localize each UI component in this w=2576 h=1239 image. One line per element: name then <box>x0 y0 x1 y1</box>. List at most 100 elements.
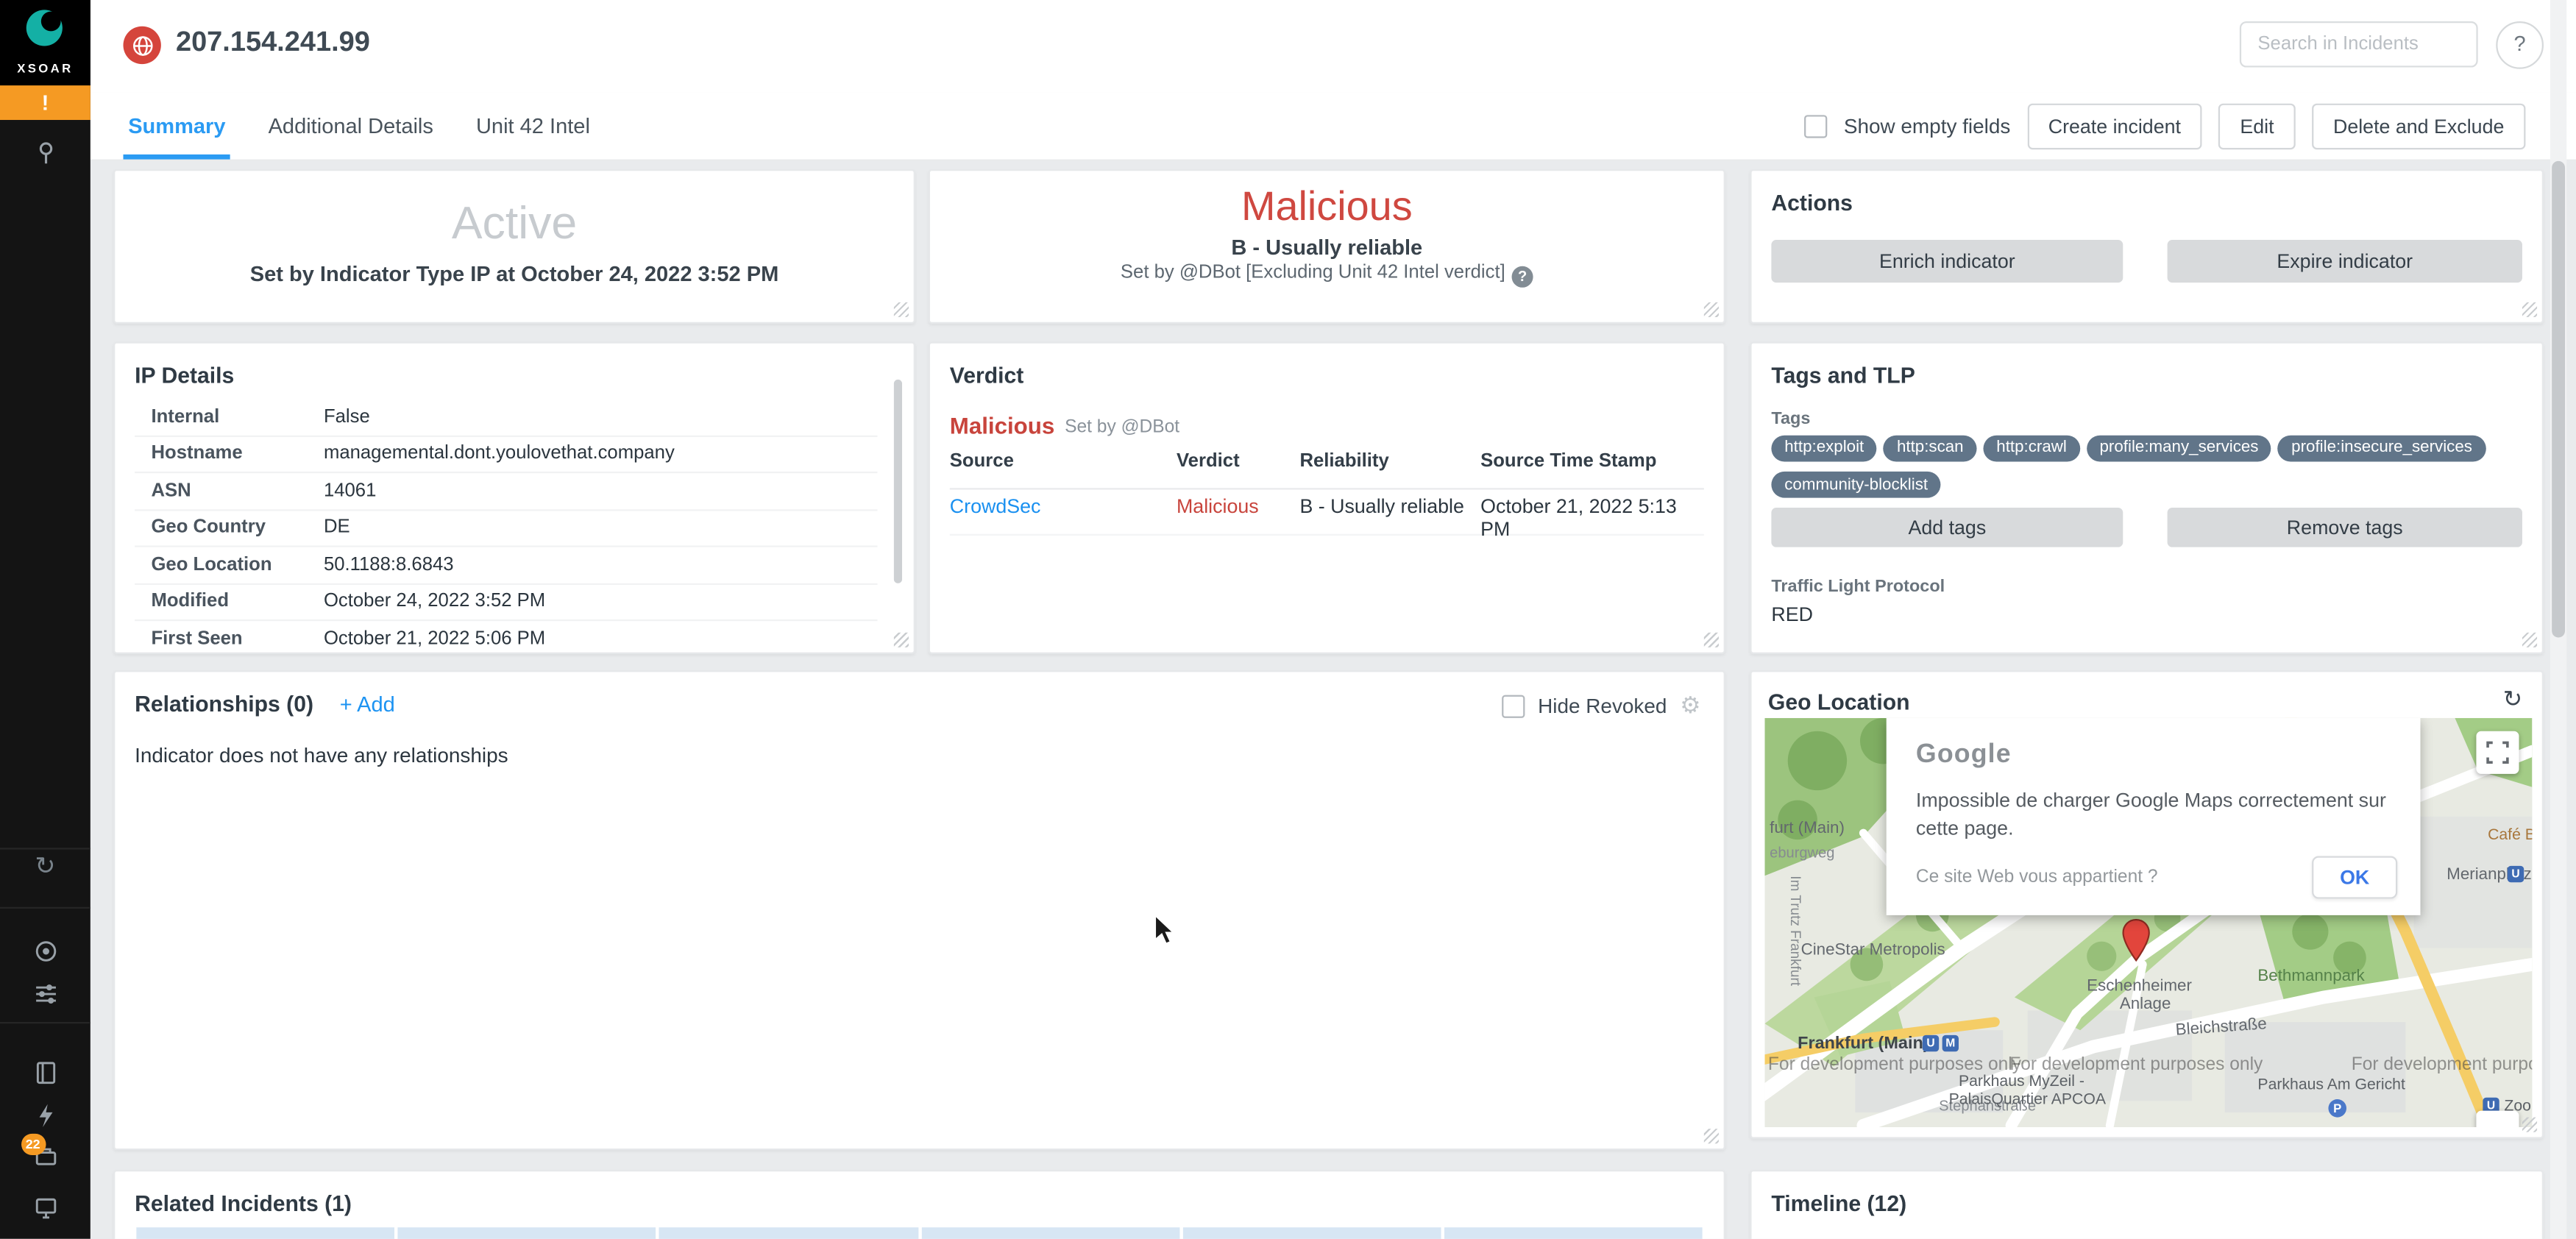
sidebar-divider <box>0 1022 91 1023</box>
map-error-message: Impossible de charger Google Maps correc… <box>1916 787 2401 845</box>
relationships-title: Relationships (0) <box>135 692 313 716</box>
resize-handle[interactable] <box>2522 302 2537 317</box>
resize-handle[interactable] <box>1704 1129 1719 1143</box>
header: 207.154.241.99 ? <box>91 0 2576 93</box>
remove-tags-button[interactable]: Remove tags <box>2168 508 2522 547</box>
status-value: Active <box>115 197 913 249</box>
tag-chip[interactable]: community-blocklist <box>1771 472 1941 498</box>
target-icon[interactable] <box>0 930 91 973</box>
verdict-set-by-text: Set by @DBot [Excluding Unit 42 Intel ve… <box>1121 263 1505 283</box>
zoom-control[interactable] <box>2476 1111 2519 1127</box>
filters-icon[interactable] <box>0 973 91 1015</box>
header-cell[interactable] <box>1444 1227 1703 1239</box>
row-label: First Seen <box>135 629 324 649</box>
page-scrollbar-thumb[interactable] <box>2552 161 2565 638</box>
tab-summary[interactable]: Summary <box>107 92 246 160</box>
resize-handle[interactable] <box>894 633 909 647</box>
tag-chip[interactable]: http:exploit <box>1771 435 1877 461</box>
tag-chip[interactable]: http:scan <box>1884 435 1976 461</box>
map-label: Frankfurt (Main) <box>1798 1034 1929 1054</box>
map-label: CineStar Metropolis <box>1801 942 1945 960</box>
tab-unit42-intel[interactable]: Unit 42 Intel <box>455 92 611 160</box>
row-value: 14061 <box>324 481 376 501</box>
map-owner-question[interactable]: Ce site Web vous appartient ? <box>1916 867 2158 887</box>
resize-handle[interactable] <box>2522 1118 2537 1132</box>
verdict-card-set-by: Set by @DBot <box>1065 417 1179 437</box>
map-marker[interactable] <box>2121 918 2151 962</box>
map-label: Anlage <box>2120 995 2171 1014</box>
ip-details-card: IP Details InternalFalse Hostnamemanagem… <box>113 342 915 654</box>
map-label: eburgweg <box>1770 845 1834 861</box>
tag-chip[interactable]: profile:many_services <box>2087 435 2272 461</box>
resize-handle[interactable] <box>1704 302 1719 317</box>
row-label: Internal <box>135 407 324 427</box>
create-incident-button[interactable]: Create incident <box>2027 103 2202 149</box>
table-row: ModifiedOctober 24, 2022 3:52 PM <box>135 584 877 621</box>
mouse-cursor <box>1154 914 1178 947</box>
map-label: Parkhaus Am Gericht <box>2257 1076 2405 1095</box>
incidents-icon[interactable]: 22 <box>0 1137 91 1179</box>
pin-icon[interactable] <box>0 132 91 174</box>
delete-exclude-button[interactable]: Delete and Exclude <box>2312 103 2525 149</box>
page-title: 207.154.241.99 <box>176 26 370 60</box>
xsoar-logo[interactable]: XSOAR <box>0 0 91 85</box>
ip-details-table: InternalFalse Hostnamemanagemental.dont.… <box>135 400 877 656</box>
header-cell[interactable] <box>398 1227 656 1239</box>
gear-icon[interactable]: ⚙ <box>1680 692 1700 720</box>
expire-indicator-button[interactable]: Expire indicator <box>2168 240 2522 283</box>
add-tags-button[interactable]: Add tags <box>1771 508 2123 547</box>
tag-chip[interactable]: http:crawl <box>1983 435 2079 461</box>
header-cell[interactable] <box>1182 1227 1441 1239</box>
timeline-title: Timeline (12) <box>1771 1191 1906 1215</box>
geo-title: Geo Location <box>1768 690 1910 714</box>
automation-icon[interactable] <box>0 1094 91 1137</box>
related-incidents-title: Related Incidents (1) <box>135 1191 352 1215</box>
tags-card-title: Tags and TLP <box>1771 363 1915 388</box>
xsoar-logo-label: XSOAR <box>0 61 91 76</box>
map[interactable]: furt (Main) eburgweg Im Trutz Frankfurt … <box>1764 718 2532 1127</box>
hide-revoked-label: Hide Revoked <box>1538 695 1667 717</box>
col-reliability[interactable]: Reliability <box>1299 452 1388 472</box>
tag-chip[interactable]: profile:insecure_services <box>2278 435 2485 461</box>
map-label: Im Trutz Frankfurt <box>1788 876 1804 986</box>
sidebar-alert-banner[interactable]: ! <box>0 85 91 120</box>
source-link[interactable]: CrowdSec <box>950 494 1041 517</box>
map-watermark: For development purposes only <box>1768 1055 2021 1075</box>
reliability-cell: B - Usually reliable <box>1299 494 1463 517</box>
refresh-icon[interactable]: ↻ <box>2503 685 2522 713</box>
header-cell[interactable] <box>136 1227 394 1239</box>
add-relationship-link[interactable]: + Add <box>340 692 395 716</box>
col-timestamp[interactable]: Source Time Stamp <box>1480 452 1656 472</box>
edit-button[interactable]: Edit <box>2218 103 2295 149</box>
map-ok-button[interactable]: OK <box>2312 856 2397 898</box>
hide-revoked-checkbox[interactable] <box>1502 695 1525 717</box>
header-cell[interactable] <box>921 1227 1179 1239</box>
header-cell[interactable] <box>659 1227 918 1239</box>
sidebar-divider <box>0 907 91 909</box>
enrich-indicator-button[interactable]: Enrich indicator <box>1771 240 2123 283</box>
resize-handle[interactable] <box>894 302 909 317</box>
help-button[interactable]: ? <box>2496 21 2544 69</box>
dashboard-icon[interactable] <box>0 1186 91 1229</box>
row-value: DE <box>324 518 350 538</box>
relationships-card: Relationships (0) + Add Hide Revoked ⚙ I… <box>113 670 1725 1150</box>
sync-icon[interactable]: ↻ <box>0 845 91 887</box>
resize-handle[interactable] <box>2522 633 2537 647</box>
resize-handle[interactable] <box>1704 633 1719 647</box>
col-source[interactable]: Source <box>950 452 1014 472</box>
verdict-help-icon[interactable]: ? <box>1512 266 1533 288</box>
tags-label: Tags <box>1771 409 1810 429</box>
search-input[interactable] <box>2240 21 2478 68</box>
row-label: Hostname <box>135 444 324 464</box>
tab-additional-details[interactable]: Additional Details <box>247 92 455 160</box>
docs-icon[interactable] <box>0 1051 91 1094</box>
col-verdict[interactable]: Verdict <box>1177 452 1240 472</box>
verdict-set-by: Set by @DBot [Excluding Unit 42 Intel ve… <box>930 263 1724 287</box>
fullscreen-button[interactable] <box>2476 731 2519 774</box>
card-scrollbar[interactable] <box>894 380 902 583</box>
map-watermark: For development purposes only <box>2009 1055 2263 1075</box>
related-incidents-header-row <box>136 1227 1702 1239</box>
show-empty-fields-checkbox[interactable] <box>1804 114 1827 137</box>
row-value: managemental.dont.youlovethat.company <box>324 444 675 464</box>
table-row: Geo Location50.1188:8.6843 <box>135 547 877 584</box>
